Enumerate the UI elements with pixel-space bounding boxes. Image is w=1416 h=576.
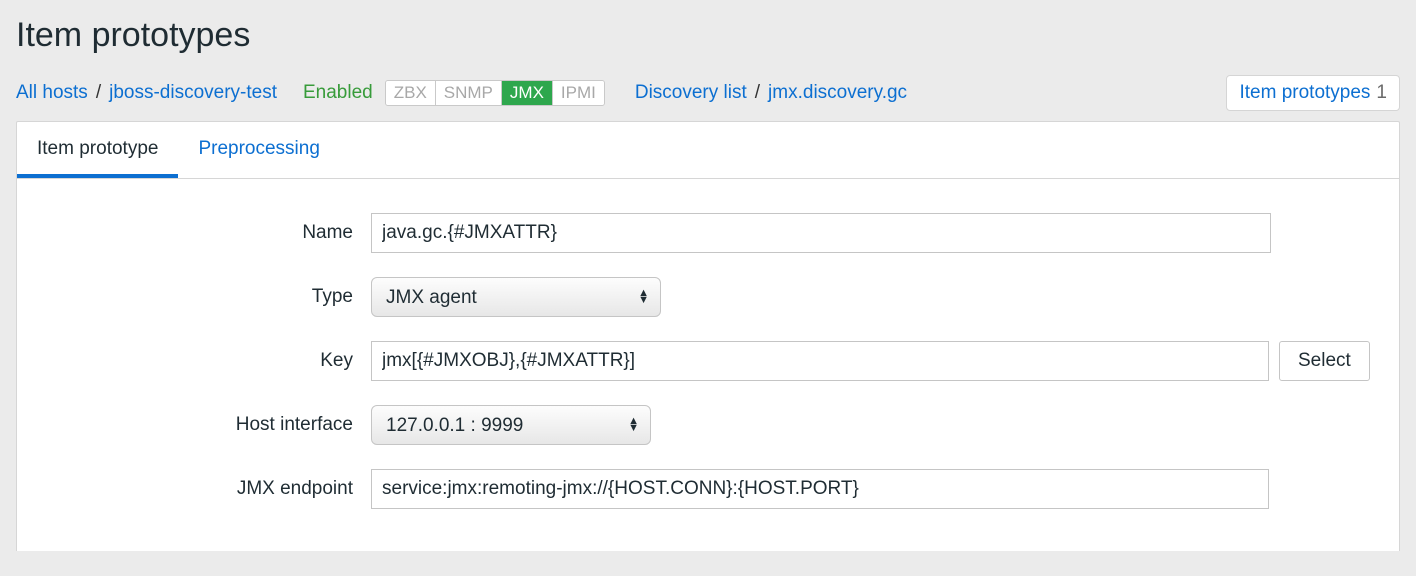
breadcrumb: All hosts / jboss-discovery-test Enabled…: [16, 75, 1400, 111]
breadcrumb-separator: /: [755, 82, 760, 104]
status-enabled: Enabled: [303, 82, 373, 104]
row-type: Type JMX agent ▲▼: [41, 277, 1375, 317]
breadcrumb-host[interactable]: jboss-discovery-test: [109, 82, 277, 104]
badge-snmp: SNMP: [436, 81, 502, 105]
row-key: Key Select: [41, 341, 1375, 381]
select-button[interactable]: Select: [1279, 341, 1370, 381]
counter-value: 1: [1376, 82, 1387, 104]
type-select[interactable]: JMX agent: [371, 277, 661, 317]
item-prototypes-counter[interactable]: Item prototypes 1: [1226, 75, 1400, 111]
form: Name Type JMX agent ▲▼ Key Select Host i…: [17, 179, 1399, 547]
jmx-endpoint-field[interactable]: [371, 469, 1269, 509]
row-name: Name: [41, 213, 1375, 253]
counter-label: Item prototypes: [1239, 82, 1370, 104]
key-field[interactable]: [371, 341, 1269, 381]
breadcrumb-discovery-list[interactable]: Discovery list: [635, 82, 747, 104]
badge-jmx: JMX: [502, 81, 553, 105]
tabs: Item prototype Preprocessing: [17, 122, 1399, 179]
label-jmx-endpoint: JMX endpoint: [41, 478, 371, 500]
host-interface-select[interactable]: 127.0.0.1 : 9999: [371, 405, 651, 445]
label-key: Key: [41, 350, 371, 372]
protocol-badges: ZBX SNMP JMX IPMI: [385, 80, 605, 106]
breadcrumb-separator: /: [96, 82, 101, 104]
breadcrumb-discovery-rule[interactable]: jmx.discovery.gc: [768, 82, 907, 104]
name-field[interactable]: [371, 213, 1271, 253]
form-panel: Item prototype Preprocessing Name Type J…: [16, 121, 1400, 551]
tab-preprocessing[interactable]: Preprocessing: [178, 122, 339, 178]
label-type: Type: [41, 286, 371, 308]
breadcrumb-all-hosts[interactable]: All hosts: [16, 82, 88, 104]
label-host-interface: Host interface: [41, 414, 371, 436]
badge-zbx: ZBX: [386, 81, 436, 105]
row-host-interface: Host interface 127.0.0.1 : 9999 ▲▼: [41, 405, 1375, 445]
page-title: Item prototypes: [16, 16, 1400, 55]
label-name: Name: [41, 222, 371, 244]
row-jmx-endpoint: JMX endpoint: [41, 469, 1375, 509]
badge-ipmi: IPMI: [553, 81, 604, 105]
tab-item-prototype[interactable]: Item prototype: [17, 122, 178, 178]
